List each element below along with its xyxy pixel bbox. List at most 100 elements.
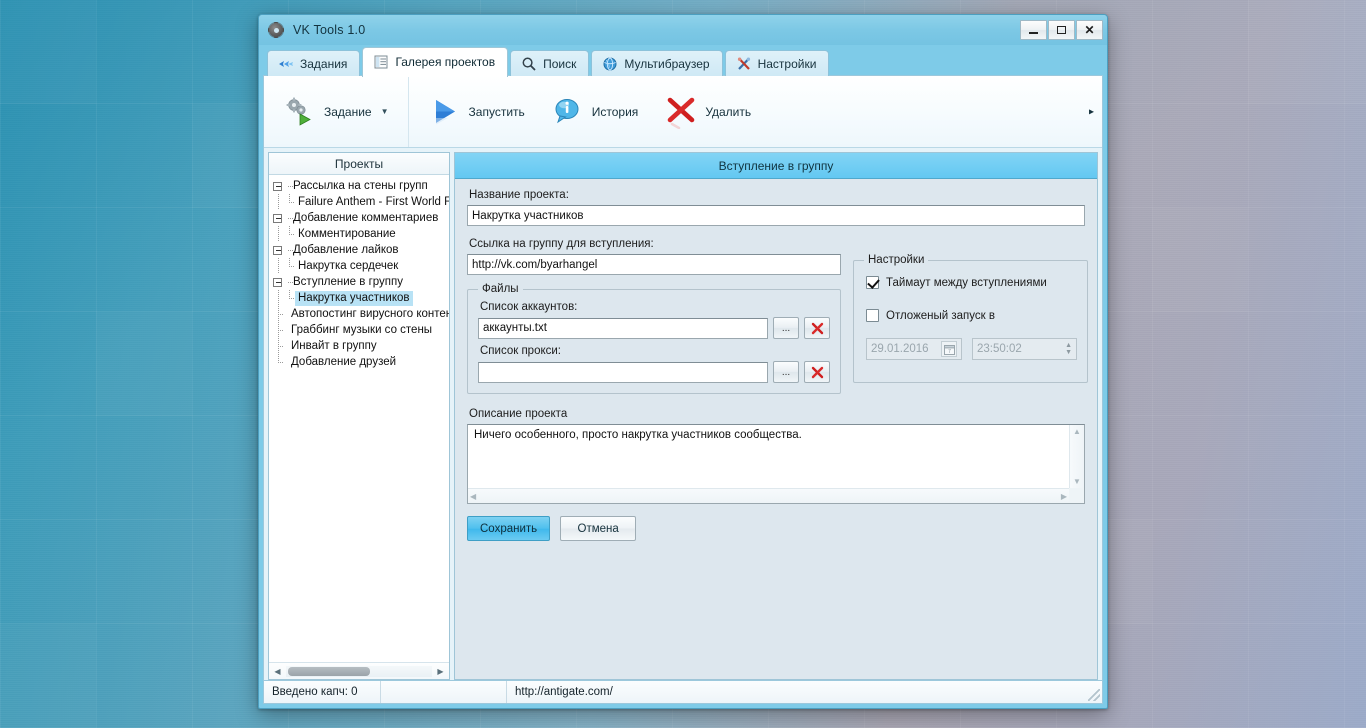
delayed-start-checkbox[interactable] <box>866 309 879 322</box>
form-body: Название проекта: Ссылка на группу для в… <box>455 179 1097 679</box>
close-button[interactable]: ✕ <box>1076 20 1103 40</box>
toolbar-istoriya-button[interactable]: История <box>546 92 644 132</box>
tab-label: Поиск <box>543 56 577 71</box>
tab-label: Галерея проектов <box>395 54 496 69</box>
scroll-left-icon[interactable]: ◀ <box>470 492 476 501</box>
accounts-list-label: Список аккаунтов: <box>480 301 578 313</box>
tab-galereya-proektov[interactable]: Галерея проектов <box>362 47 509 77</box>
scroll-down-icon[interactable]: ▼ <box>1073 477 1081 486</box>
spinner-up-icon[interactable]: ▲ <box>1065 342 1072 349</box>
date-picker[interactable]: 29.01.2016 7 <box>866 338 962 360</box>
time-picker[interactable]: 23:50:02 ▲ ▼ <box>972 338 1077 360</box>
description-horizontal-scrollbar[interactable]: ◀ ▶ <box>468 488 1069 503</box>
resize-grip[interactable] <box>1088 689 1100 701</box>
delayed-start-checkbox-row[interactable]: Отложеный запуск в <box>866 309 1077 322</box>
tab-zadaniya[interactable]: Задания <box>267 50 361 76</box>
tree-item-nakrutka-serdechek[interactable]: Накрутка сердечек <box>273 258 449 274</box>
project-name-input[interactable] <box>467 205 1085 226</box>
tree-guide <box>273 338 284 354</box>
cancel-button[interactable]: Отмена <box>560 516 637 541</box>
toolbar-udalit-button[interactable]: Удалить <box>659 92 756 132</box>
tree-guide <box>284 354 288 370</box>
toolbar-item-label: Запустить <box>468 104 525 119</box>
scroll-right-icon[interactable]: ▶ <box>434 665 447 678</box>
tree-item-failure-anthem[interactable]: Failure Anthem - First World F <box>273 194 449 210</box>
tree-guide <box>284 258 295 274</box>
status-captcha: Введено капч: 0 <box>264 681 381 703</box>
main-split: Проекты Рассылка на стены групп Failure … <box>264 148 1102 680</box>
expander-icon[interactable] <box>273 181 282 191</box>
settings-group: Настройки Таймаут между вступлениями Отл… <box>853 254 1088 383</box>
scroll-thumb[interactable] <box>288 666 370 676</box>
accounts-file-input[interactable] <box>478 317 768 339</box>
description-vertical-scrollbar[interactable]: ▲ ▼ <box>1069 425 1084 488</box>
expander-icon[interactable] <box>273 277 282 287</box>
tree-item-vstuplenie-v-gruppu[interactable]: Вступление в группу <box>273 274 449 290</box>
tree-item-dobavlenie-kommentariev[interactable]: Добавление комментариев <box>273 210 449 226</box>
description-textarea[interactable]: Ничего особенного, просто накрутка участ… <box>467 424 1085 504</box>
status-bar: Введено капч: 0 http://antigate.com/ <box>263 680 1103 704</box>
save-button[interactable]: Сохранить <box>467 516 551 541</box>
datetime-row: 29.01.2016 7 23:50:02 ▲ ▼ <box>866 338 1077 360</box>
gear-icon <box>268 22 284 38</box>
window-title: VK Tools 1.0 <box>293 23 366 37</box>
project-name-label: Название проекта: <box>469 189 569 201</box>
tab-label: Мультибраузер <box>624 56 710 71</box>
tab-multibrauzer[interactable]: Мультибраузер <box>591 50 723 76</box>
project-form-panel: Вступление в группу Название проекта: Сс… <box>454 152 1098 680</box>
tree-item-label: Вступление в группу <box>293 275 403 288</box>
timeout-checkbox-row[interactable]: Таймаут между вступлениями <box>866 276 1077 289</box>
globe-icon <box>602 56 618 72</box>
tree-item-invayt-v-gruppu[interactable]: Инвайт в группу <box>273 338 449 354</box>
tree-guide <box>284 338 288 354</box>
projects-panel-header: Проекты <box>269 153 449 175</box>
toolbar-overflow-icon[interactable]: ▸ <box>1089 106 1094 117</box>
timeout-checkbox[interactable] <box>866 276 879 289</box>
tab-nastroyki[interactable]: Настройки <box>724 50 830 76</box>
proxy-browse-button[interactable]: ... <box>773 361 799 383</box>
expander-icon[interactable] <box>273 245 282 255</box>
tree-guide <box>284 226 295 242</box>
status-link[interactable]: http://antigate.com/ <box>507 681 1102 703</box>
proxy-clear-button[interactable] <box>804 361 830 383</box>
minimize-button[interactable] <box>1020 20 1047 40</box>
tree-item-rassylka[interactable]: Рассылка на стены групп <box>273 178 449 194</box>
tree-item-nakrutka-uchastnikov[interactable]: Накрутка участников <box>273 290 449 306</box>
accounts-browse-button[interactable]: ... <box>773 317 799 339</box>
maximize-button[interactable] <box>1048 20 1075 40</box>
accounts-file-row: ... <box>478 317 830 339</box>
scroll-left-icon[interactable]: ◀ <box>271 665 284 678</box>
scroll-up-icon[interactable]: ▲ <box>1073 427 1081 436</box>
tree-item-dobavlenie-druzey[interactable]: Добавление друзей <box>273 354 449 370</box>
tree-item-label: Накрутка сердечек <box>298 259 399 272</box>
tree-guide <box>273 354 284 370</box>
tree-item-label: Автопостинг вирусного контен <box>291 307 449 320</box>
toolbar-zapustit-button[interactable]: Запустить <box>423 92 530 132</box>
tree-item-avtoposting[interactable]: Автопостинг вирусного контен <box>273 306 449 322</box>
expander-icon[interactable] <box>273 213 282 223</box>
tree-horizontal-scrollbar[interactable]: ◀ ▶ <box>269 662 449 679</box>
tab-strip: Задания Галерея проектов Поиск Мультибра… <box>259 45 1107 77</box>
accounts-clear-button[interactable] <box>804 317 830 339</box>
chevron-down-icon: ▼ <box>380 107 389 116</box>
toolbar: Задание ▼ Запустить История Удалить ▸ <box>264 76 1102 148</box>
scroll-right-icon[interactable]: ▶ <box>1061 492 1067 501</box>
tree-guide <box>283 178 294 194</box>
toolbar-zadanie-button[interactable]: Задание ▼ <box>278 92 394 132</box>
magnifier-icon <box>521 56 537 72</box>
group-link-input[interactable] <box>467 254 841 275</box>
spinner-icon[interactable]: ▲ ▼ <box>1065 342 1072 356</box>
tree-guide <box>273 226 284 242</box>
tree-item-kommentirovanie[interactable]: Комментирование <box>273 226 449 242</box>
scroll-track[interactable] <box>286 665 432 677</box>
tree-item-label: Рассылка на стены групп <box>293 179 428 192</box>
projects-tree[interactable]: Рассылка на стены групп Failure Anthem -… <box>269 175 449 662</box>
tree-item-dobavlenie-laykov[interactable]: Добавление лайков <box>273 242 449 258</box>
tree-item-label: Граббинг музыки со стены <box>291 323 433 336</box>
list-document-icon <box>373 54 389 70</box>
spinner-down-icon[interactable]: ▼ <box>1065 349 1072 356</box>
tree-item-grabbing-muzyki[interactable]: Граббинг музыки со стены <box>273 322 449 338</box>
proxy-file-input[interactable] <box>478 361 768 383</box>
calendar-icon[interactable]: 7 <box>941 341 957 357</box>
tab-poisk[interactable]: Поиск <box>510 50 590 76</box>
